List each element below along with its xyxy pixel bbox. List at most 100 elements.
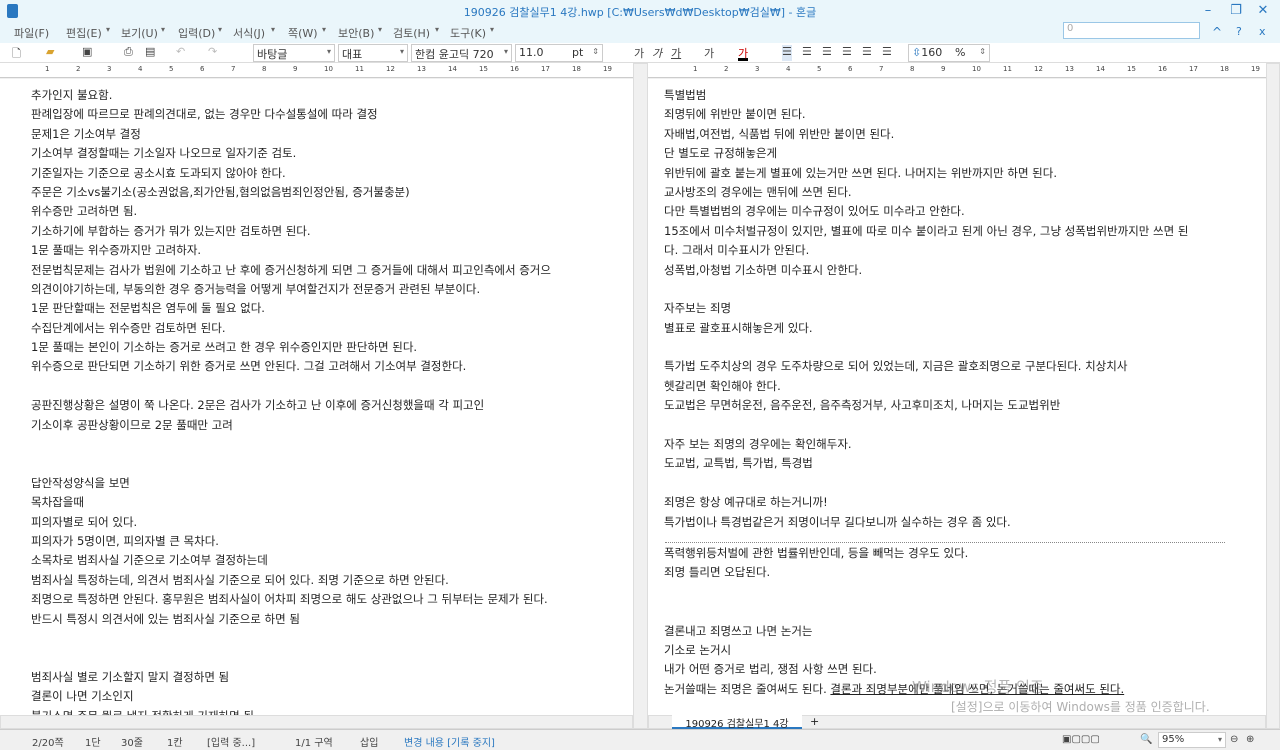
chevron-down-icon[interactable]: ▾ xyxy=(435,25,439,34)
menu-tools[interactable]: 도구(K) xyxy=(450,25,486,41)
help-button[interactable]: ? xyxy=(1236,25,1242,38)
save-icon[interactable]: ▣ xyxy=(82,45,92,61)
italic-button[interactable]: 가 xyxy=(652,45,662,61)
chevron-down-icon[interactable]: ▾ xyxy=(161,25,165,34)
left-document-text: 추가인지 불요함. 판례입장에 따르므로 판례의견대로, 없는 경우만 다수설통설… xyxy=(31,86,551,745)
align-left-icon[interactable]: ☰ xyxy=(802,45,812,61)
text-line: 다. 그래서 미수표시가 안된다. xyxy=(664,243,810,258)
print-preview-icon[interactable]: ▤ xyxy=(145,45,155,61)
insert-mode[interactable]: 삽입 xyxy=(360,734,378,749)
chevron-down-icon[interactable]: ▾ xyxy=(490,25,494,34)
collapse-ribbon-button[interactable]: ^ xyxy=(1212,25,1222,39)
text-line: 기소이후 공판상황이므로 2문 풀때만 고려 xyxy=(31,417,233,432)
horizontal-scrollbar-left[interactable] xyxy=(0,715,633,729)
text-line: 죄명 틀리면 오답된다. xyxy=(664,565,771,580)
search-input[interactable]: 0 xyxy=(1063,22,1200,39)
column-indicator: 1단 xyxy=(85,738,101,749)
ruler-tick: 14 xyxy=(1096,65,1105,73)
char-indicator: 1칸 xyxy=(167,738,183,749)
zoom-out-icon[interactable]: ⊖ xyxy=(1230,734,1238,745)
language-select[interactable]: 대표 ▾ xyxy=(338,44,408,62)
text-line xyxy=(31,454,551,473)
restore-button[interactable]: ❐ xyxy=(1226,3,1246,18)
vertical-scrollbar[interactable] xyxy=(1266,63,1280,729)
chevron-down-icon[interactable]: ▾ xyxy=(271,25,275,34)
ruler-tick: 11 xyxy=(1003,65,1012,73)
text-line: 결론이 나면 기소인지 xyxy=(31,689,134,704)
ruler-tick: 6 xyxy=(848,65,853,73)
font-select[interactable]: 한컴 윤고딕 720 ▾ xyxy=(411,44,512,62)
status-bar: 2/20쪽 1단 30줄 1칸 [입력 중...] 1/1 구역 삽입 변경 내… xyxy=(0,729,1280,750)
text-line: 공판진행상황은 설명이 쭉 나온다. 2문은 검사가 기소하고 난 이후에 증거… xyxy=(31,398,485,413)
view-mode-icons[interactable]: ▣▢▢▢ xyxy=(1062,734,1100,745)
align-center-icon[interactable]: ☰ xyxy=(822,45,832,61)
ruler-tick: 3 xyxy=(107,65,112,73)
close-button[interactable]: ✕ xyxy=(1253,3,1273,18)
horizontal-ruler-left[interactable]: 1 2 3 4 5 6 7 8 9 10 11 12 13 14 15 16 17 18 19 xyxy=(0,63,633,78)
text-line: 다만 특별법범의 경우에는 미수규정이 있어도 미수라고 안한다. xyxy=(664,204,965,219)
bold-button[interactable]: 가 xyxy=(634,45,644,61)
line-spacing-input[interactable]: ⇳160 % ⇕ xyxy=(908,44,990,62)
text-line: 폭력행위등처벌에 관한 법률위반인데, 등을 빼먹는 경우도 있다. xyxy=(664,546,969,560)
page-indicator[interactable]: 2/20쪽 xyxy=(32,734,64,749)
chevron-down-icon[interactable]: ▾ xyxy=(322,25,326,34)
menu-security[interactable]: 보안(B) xyxy=(338,25,374,41)
font-size-input[interactable]: 11.0 pt ⇕ xyxy=(515,44,603,62)
ruler-tick: 2 xyxy=(76,65,81,73)
text-line xyxy=(31,648,551,667)
track-changes-status[interactable]: 변경 내용 [기록 중지] xyxy=(404,734,495,749)
menu-insert[interactable]: 입력(D) xyxy=(178,25,215,41)
ruler-tick: 10 xyxy=(972,65,981,73)
text-line xyxy=(31,377,551,396)
page-break-line xyxy=(665,542,1225,543)
ruler-tick: 13 xyxy=(417,65,426,73)
menu-format[interactable]: 서식(J) xyxy=(233,25,265,41)
open-folder-icon[interactable]: ▰ xyxy=(46,45,54,61)
zoom-icon: 🔍 xyxy=(1140,734,1153,745)
menu-file[interactable]: 파일(F) xyxy=(14,25,49,41)
text-line: 목차잡을때 xyxy=(31,495,84,510)
menu-page[interactable]: 쪽(W) xyxy=(288,25,318,41)
add-tab-button[interactable]: + xyxy=(810,715,819,728)
divide-icon[interactable]: ☰ xyxy=(882,45,892,61)
strikethrough-button[interactable]: 가 xyxy=(704,45,714,61)
ruler-tick: 12 xyxy=(386,65,395,73)
distribute-icon[interactable]: ☰ xyxy=(862,45,872,61)
right-document-text: 특별법범 죄명뒤에 위반만 붙이면 된다. 자배법,여전법, 식품법 뒤에 위반만 … xyxy=(664,86,1188,532)
font-color-button[interactable]: 가 xyxy=(738,45,749,61)
text-line: 자배법,여전법, 식품법 뒤에 위반만 붙이면 된다. xyxy=(664,126,895,141)
align-right-icon[interactable]: ☰ xyxy=(842,45,852,61)
underline-button[interactable]: 가 xyxy=(671,45,681,61)
redo-icon[interactable]: ↷ xyxy=(208,45,217,61)
print-icon[interactable]: ⎙ xyxy=(124,45,133,61)
text-line: 단 별도로 규정해놓은게 xyxy=(664,146,778,161)
justify-icon[interactable]: ☰ xyxy=(782,45,792,61)
horizontal-ruler-right[interactable]: 1 2 3 4 5 6 7 8 9 10 11 12 13 14 15 16 17 18 19 xyxy=(648,63,1266,78)
document-tab[interactable]: 190926 검찰실무1 4강 xyxy=(672,715,802,730)
ruler-tick: 9 xyxy=(293,65,298,73)
pane-splitter[interactable] xyxy=(633,63,648,729)
close-document-button[interactable]: x xyxy=(1259,25,1266,38)
ruler-tick: 18 xyxy=(1220,65,1229,73)
chevron-down-icon[interactable]: ▾ xyxy=(218,25,222,34)
minimize-button[interactable]: – xyxy=(1198,3,1218,18)
new-document-icon[interactable]: 🗋 xyxy=(12,45,21,61)
text-line: 의견이야기하는데, 부동의한 경우 증거능력을 어떻게 부여할건지가 전문증거 … xyxy=(31,281,481,296)
zoom-select[interactable]: 95% ▾ xyxy=(1158,732,1226,748)
chevron-down-icon[interactable]: ▾ xyxy=(106,25,110,34)
menu-review[interactable]: 검토(H) xyxy=(393,25,430,41)
text-line: 1문 풀때는 본인이 기소하는 증거로 쓰려고 한 경우 위수증인지만 판단하면… xyxy=(31,340,418,355)
menu-edit[interactable]: 편집(E) xyxy=(66,25,102,41)
chevron-down-icon[interactable]: ▾ xyxy=(378,25,382,34)
style-select[interactable]: 바탕글 ▾ xyxy=(253,44,335,62)
ruler-tick: 4 xyxy=(786,65,791,73)
ruler-tick: 4 xyxy=(138,65,143,73)
menu-view[interactable]: 보기(U) xyxy=(121,25,158,41)
text-line: 전문법칙문제는 검사가 법원에 기소하고 난 후에 증거신청하게 되면 그 증거… xyxy=(31,262,551,277)
text-line: 추가인지 불요함. xyxy=(31,88,113,102)
text-line: 1문 판단할때는 전문법칙은 염두에 둘 필요 없다. xyxy=(31,301,265,316)
ruler-tick: 12 xyxy=(1034,65,1043,73)
zoom-in-icon[interactable]: ⊕ xyxy=(1246,734,1254,745)
undo-icon[interactable]: ↶ xyxy=(176,45,185,61)
text-line: 교사방조의 경우에는 맨뒤에 쓰면 된다. xyxy=(664,184,852,199)
